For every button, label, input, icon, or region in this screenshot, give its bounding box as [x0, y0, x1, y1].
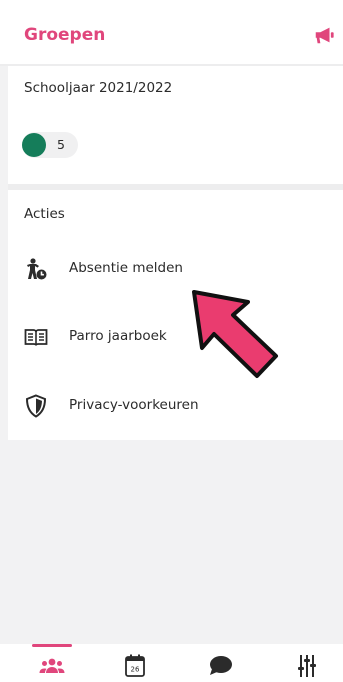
shield-icon — [25, 394, 47, 418]
pointer-arrow-overlay — [192, 290, 278, 378]
action-yearbook[interactable]: Parro jaarboek — [8, 314, 343, 362]
calendar-icon: 26 — [125, 654, 145, 677]
school-year-section: Schooljaar 2021/2022 5 — [8, 66, 343, 184]
person-absent-icon — [27, 258, 47, 280]
book-icon — [24, 329, 48, 346]
nav-settings[interactable] — [293, 654, 321, 678]
active-tab-indicator — [32, 644, 72, 647]
people-icon — [39, 658, 65, 673]
action-absence-report[interactable]: Absentie melden — [8, 246, 343, 294]
chat-bubble-icon — [210, 656, 232, 675]
action-label: Absentie melden — [69, 260, 183, 276]
nav-calendar[interactable]: 26 — [121, 654, 149, 678]
nav-chat[interactable] — [207, 654, 235, 678]
sliders-icon — [298, 655, 316, 677]
nav-groups[interactable] — [38, 654, 66, 678]
app-header: Groepen — [0, 0, 343, 66]
action-label: Parro jaarboek — [69, 328, 167, 344]
action-privacy-preferences[interactable]: Privacy-voorkeuren — [8, 383, 343, 431]
bottom-navigation: 26 — [0, 644, 343, 682]
group-chip[interactable]: 5 — [22, 132, 78, 158]
page-title: Groepen — [24, 25, 106, 45]
actions-title: Acties — [24, 206, 65, 222]
calendar-day: 26 — [131, 666, 140, 674]
megaphone-icon[interactable] — [313, 24, 335, 46]
group-color-dot — [22, 133, 46, 157]
group-count: 5 — [57, 137, 65, 152]
actions-section: Acties Absentie melden Parro jaarboek Pr… — [8, 190, 343, 440]
action-label: Privacy-voorkeuren — [69, 397, 199, 413]
school-year-label: Schooljaar 2021/2022 — [24, 80, 173, 96]
